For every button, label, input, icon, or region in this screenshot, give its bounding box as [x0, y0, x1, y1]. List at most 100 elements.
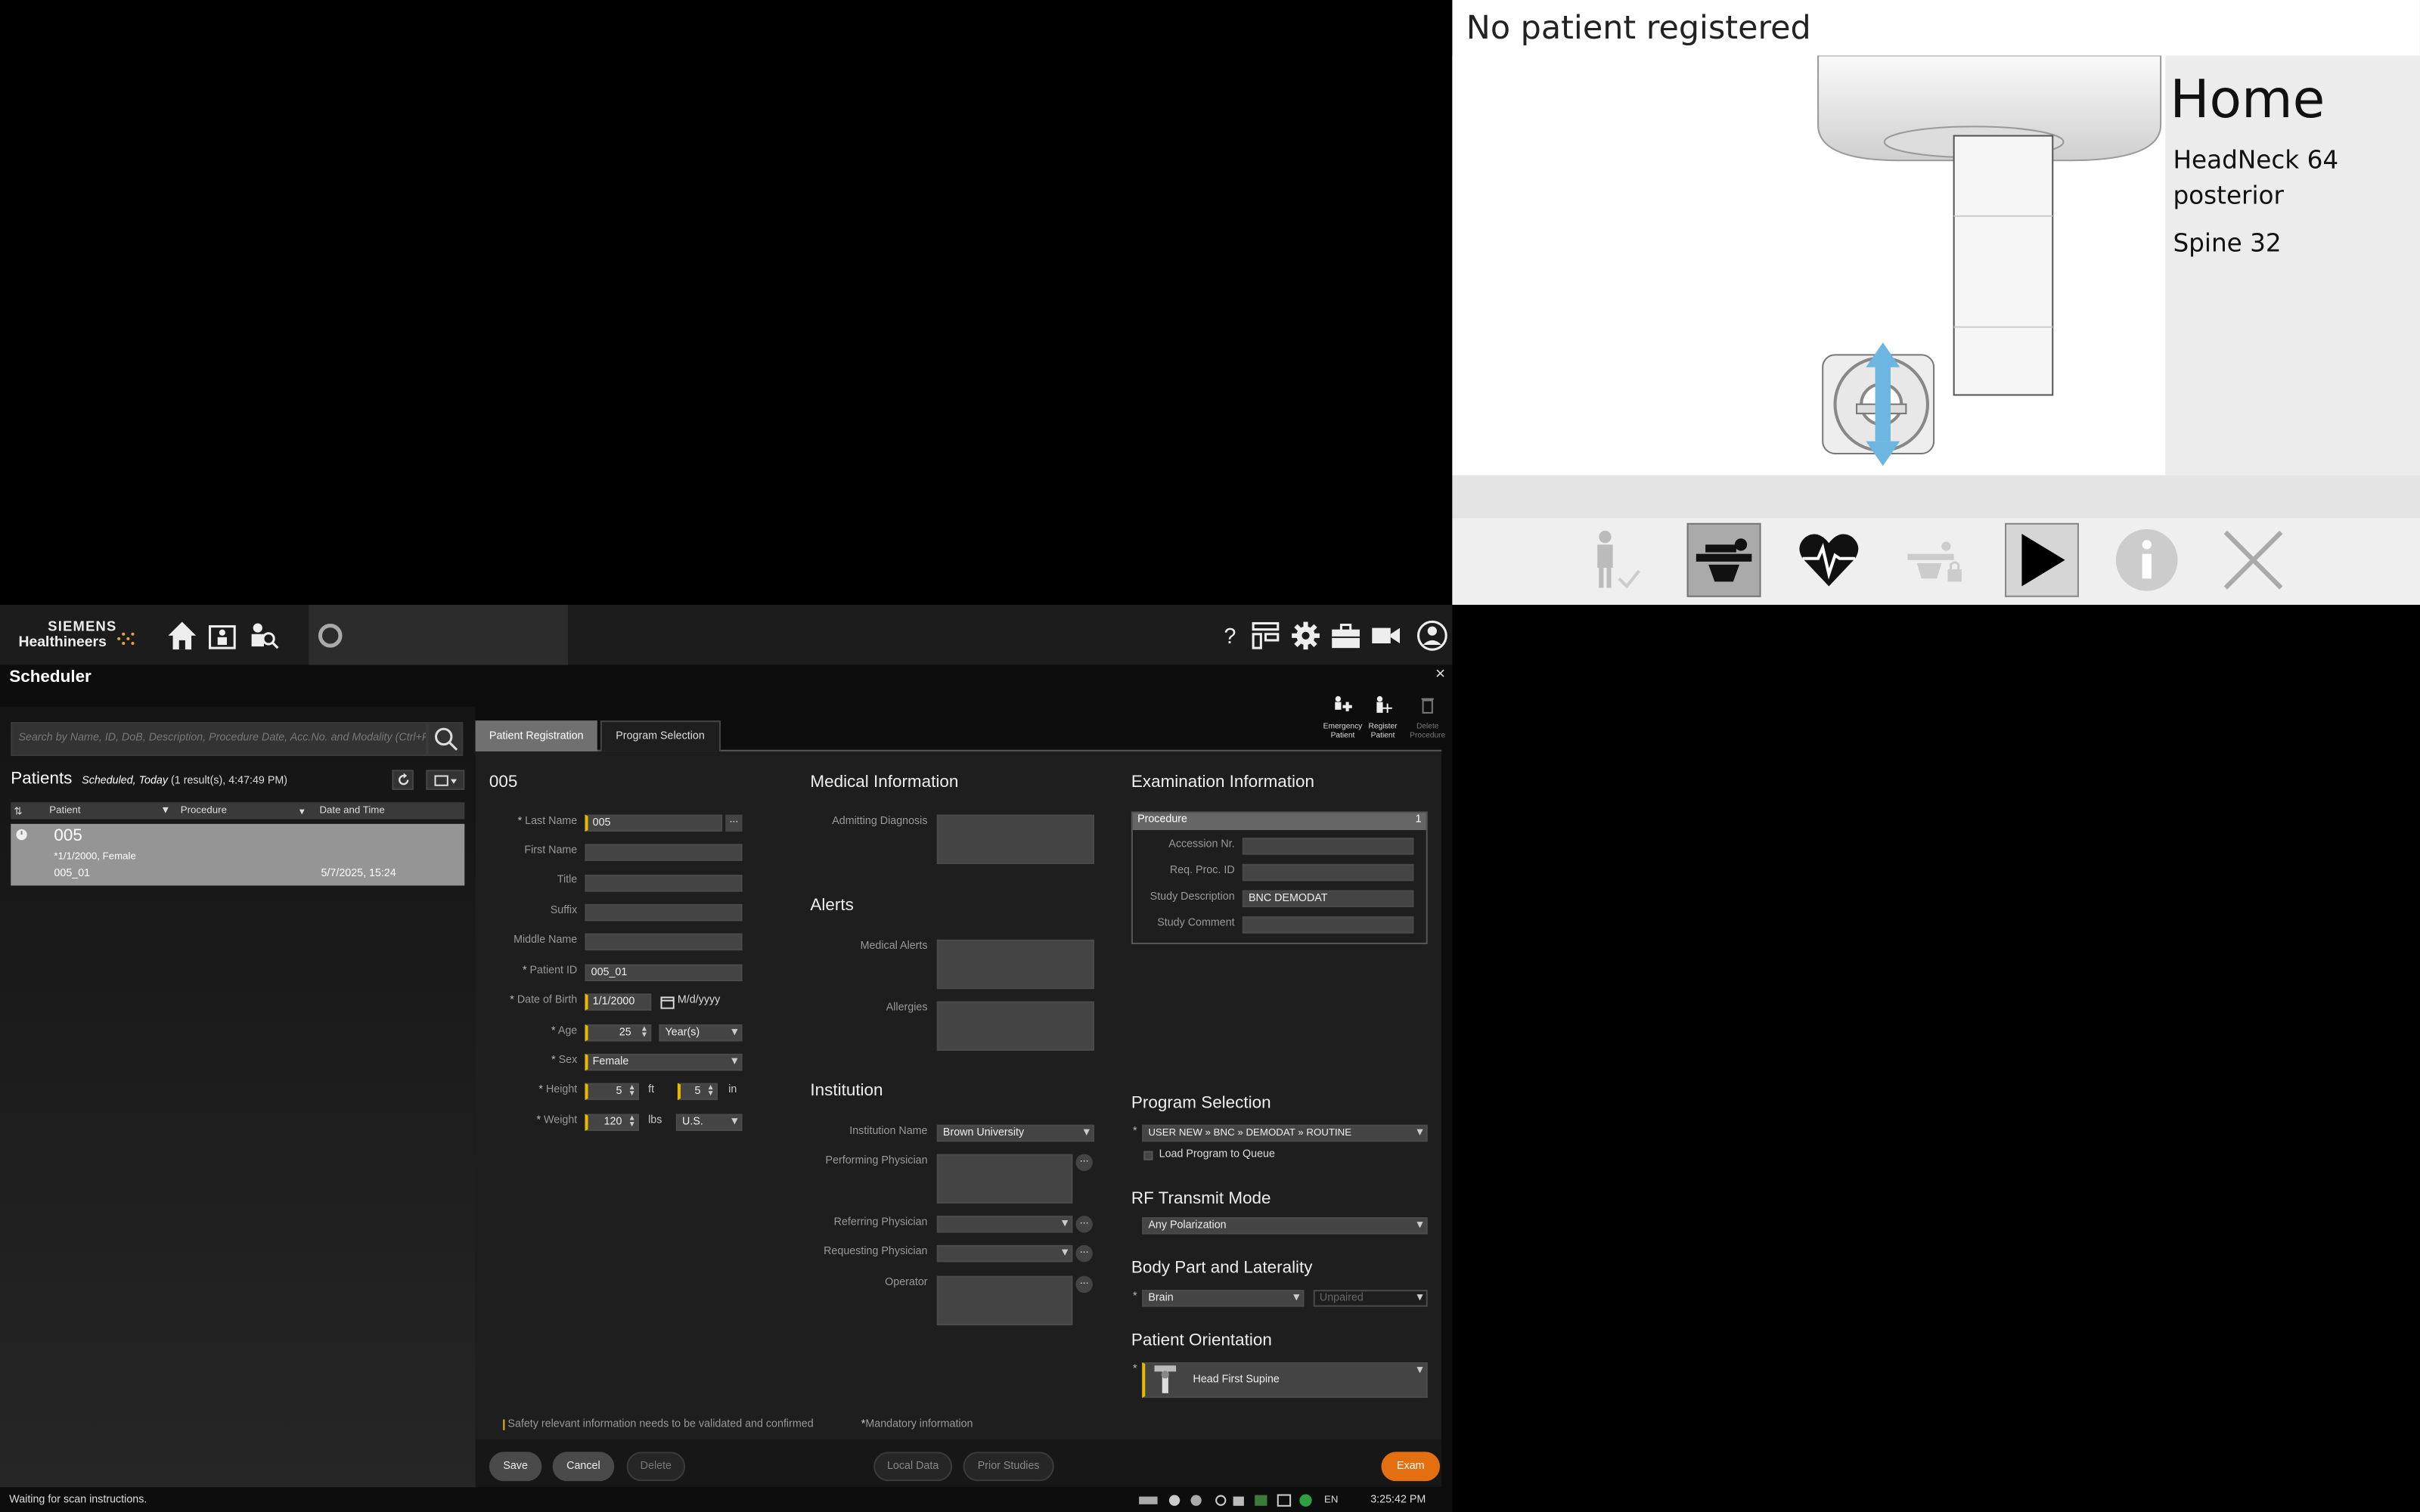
patient-schedule-button[interactable]	[205, 618, 239, 652]
height-ft-stepper[interactable]: ▲ ▼	[628, 1084, 636, 1098]
sex-dropdown[interactable]: Female	[585, 1053, 743, 1071]
admitting-diagnosis-field[interactable]	[936, 814, 1094, 864]
weight-stepper[interactable]: ▲ ▼	[628, 1114, 636, 1128]
monitor-toolbar	[1452, 518, 2420, 605]
program-selection-title: Program Selection	[1131, 1093, 1271, 1113]
cancel-button[interactable]: Cancel	[552, 1452, 615, 1482]
delete-procedure-label: Procedure	[1410, 731, 1446, 741]
layout-button[interactable]	[1249, 618, 1283, 652]
delete-procedure-button[interactable]: Delete Procedure	[1404, 694, 1450, 741]
search-input[interactable]: Search by Name, ID, DoB, Description, Pr…	[11, 722, 428, 756]
local-data-button[interactable]: Local Data	[873, 1452, 953, 1482]
workflow-tab[interactable]	[309, 604, 569, 665]
middle-name-field[interactable]	[585, 933, 743, 951]
exam-button[interactable]: Exam	[1381, 1452, 1441, 1482]
operator-field[interactable]	[936, 1275, 1073, 1326]
dob-label: Date of Birth	[517, 995, 578, 1006]
sort-order-icon[interactable]: ⇅	[14, 805, 22, 817]
medical-alerts-field[interactable]	[936, 939, 1094, 990]
column-header-date-time[interactable]: Date and Time	[319, 805, 384, 816]
procedure-header[interactable]: Procedure 1	[1132, 813, 1426, 830]
search-icon	[433, 727, 458, 751]
req-proc-label: Req. Proc. ID	[1169, 865, 1235, 877]
user-button[interactable]	[1415, 618, 1449, 652]
title-field[interactable]	[585, 875, 743, 892]
chevron-down-icon[interactable]: ▾	[299, 805, 305, 817]
height-in-stepper[interactable]: ▲ ▼	[707, 1084, 715, 1098]
age-stepper[interactable]: ▲ ▼	[641, 1025, 648, 1039]
operator-more-button[interactable]: ...	[1075, 1275, 1093, 1294]
referring-physician-more-button[interactable]: ...	[1075, 1216, 1093, 1233]
accession-field[interactable]	[1242, 838, 1414, 855]
suffix-field[interactable]	[585, 903, 743, 922]
column-header-patient[interactable]: Patient	[49, 805, 80, 816]
close-scheduler-button[interactable]: ×	[1435, 665, 1445, 683]
start-scan-button[interactable]	[2004, 522, 2079, 597]
cancel-button[interactable]	[2217, 523, 2291, 597]
laterality-dropdown[interactable]: Unpaired	[1313, 1290, 1428, 1307]
refresh-button[interactable]	[392, 770, 414, 790]
required-marker: *	[517, 816, 523, 827]
performing-physician-label: Performing Physician	[825, 1155, 928, 1167]
tab-patient-registration[interactable]: Patient Registration	[475, 720, 597, 751]
view-mode-dropdown[interactable]	[426, 770, 465, 790]
info-button[interactable]	[2110, 523, 2184, 597]
requesting-physician-more-button[interactable]: ...	[1075, 1244, 1093, 1263]
dob-field[interactable]: 1/1/2000	[585, 993, 652, 1011]
prior-studies-button[interactable]: Prior Studies	[963, 1452, 1054, 1482]
performing-physician-more-button[interactable]: ...	[1075, 1154, 1093, 1171]
save-button[interactable]: Save	[489, 1452, 542, 1482]
study-description-field[interactable]: BNC DEMODAT	[1242, 890, 1414, 907]
age-unit-dropdown[interactable]: Year(s)	[659, 1024, 743, 1042]
institution-name-dropdown[interactable]: Brown University	[936, 1124, 1094, 1142]
patient-check-button[interactable]	[1578, 523, 1652, 597]
safety-note: Safety relevant information needs to be …	[503, 1419, 814, 1430]
exam-info-title: Examination Information	[1131, 773, 1314, 792]
registration-form: Patient Registration Program Selection 0…	[475, 720, 1442, 1440]
weight-system-dropdown[interactable]: U.S.	[675, 1114, 743, 1131]
patient-id-field[interactable]: 005_01	[585, 964, 743, 981]
video-button[interactable]	[1369, 618, 1403, 652]
help-icon: ?	[1224, 623, 1236, 649]
scheduler-app: SIEMENS Healthineers ? Scheduler × Searc…	[0, 604, 1453, 1512]
table-lock-button[interactable]	[1898, 523, 1972, 597]
tab-program-selection[interactable]: Program Selection	[600, 720, 721, 751]
allergies-field[interactable]	[936, 1001, 1094, 1051]
register-patient-button[interactable]: Register Patient	[1363, 694, 1403, 741]
table-row[interactable]: 005 *1/1/2000, Female 005_01 5/7/2025, 1…	[11, 823, 465, 886]
calendar-icon[interactable]	[660, 995, 675, 1009]
patient-table-button[interactable]	[1686, 522, 1761, 597]
performing-physician-field[interactable]	[936, 1154, 1073, 1204]
home-button[interactable]	[165, 618, 199, 652]
delete-button[interactable]: Delete	[626, 1452, 686, 1482]
last-name-more-button[interactable]: ...	[725, 814, 743, 832]
required-marker: *	[1132, 1364, 1137, 1375]
help-button[interactable]: ?	[1213, 618, 1247, 652]
referring-physician-dropdown[interactable]	[936, 1216, 1073, 1233]
column-header-procedure[interactable]: Procedure	[181, 805, 227, 816]
emergency-patient-button[interactable]: Emergency Patient	[1320, 694, 1366, 741]
patient-browser-button[interactable]	[245, 618, 279, 652]
orientation-dropdown[interactable]: Head First Supine	[1142, 1362, 1428, 1398]
required-marker: *	[522, 965, 527, 977]
study-comment-field[interactable]	[1242, 916, 1414, 934]
patient-on-table-icon	[1696, 538, 1752, 582]
body-part-dropdown[interactable]: Brain	[1142, 1290, 1305, 1307]
filter-icon[interactable]: ▼	[160, 805, 170, 816]
rf-transmit-dropdown[interactable]: Any Polarization	[1142, 1217, 1428, 1235]
last-name-field[interactable]: 005	[585, 814, 723, 832]
study-description-label: Study Description	[1150, 891, 1235, 903]
req-proc-field[interactable]	[1242, 863, 1414, 881]
service-button[interactable]	[1329, 618, 1363, 652]
physio-button[interactable]	[1792, 523, 1866, 597]
close-icon	[2223, 530, 2283, 590]
load-queue-checkbox[interactable]	[1143, 1151, 1153, 1160]
path-separator: »	[1205, 1127, 1211, 1139]
program-path-dropdown[interactable]: USER NEW » BNC » DEMODAT » ROUTINE	[1142, 1124, 1428, 1142]
first-name-field[interactable]	[585, 844, 743, 861]
settings-button[interactable]	[1289, 618, 1323, 652]
language-indicator[interactable]: EN	[1324, 1495, 1338, 1506]
search-button[interactable]	[427, 722, 464, 756]
requesting-physician-dropdown[interactable]	[936, 1244, 1073, 1263]
status-clock-icon	[16, 829, 27, 841]
